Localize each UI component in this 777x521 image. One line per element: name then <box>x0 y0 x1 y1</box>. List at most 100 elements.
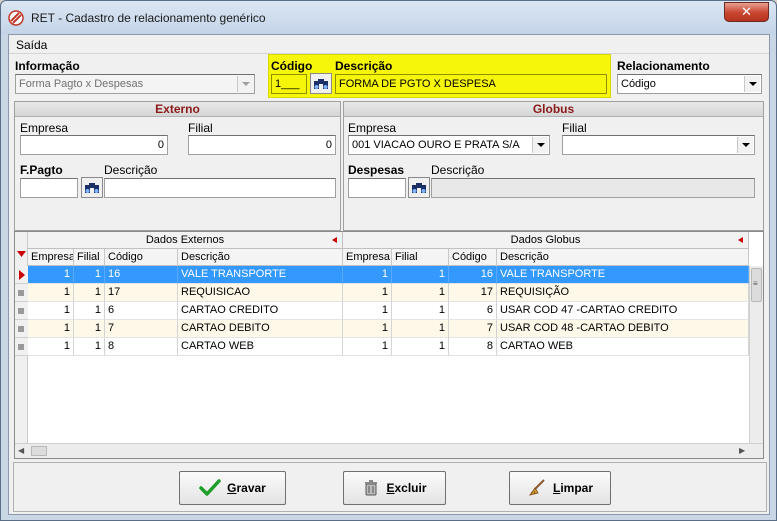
codigo-search-button[interactable] <box>310 73 332 94</box>
externo-descricao-input[interactable] <box>104 178 336 198</box>
band-dados-externos-label: Dados Externos <box>145 234 225 246</box>
horizontal-scrollbar[interactable]: ◀ ▶ <box>15 443 763 458</box>
row-indicator[interactable] <box>15 302 28 320</box>
table-cell: 1 <box>28 338 74 356</box>
table-cell: 1 <box>343 266 392 284</box>
table-cell: 1 <box>28 284 74 302</box>
fpagto-search-button[interactable] <box>81 177 103 198</box>
col-header-ext-filial[interactable]: Filial <box>74 249 105 266</box>
band-dados-globus-label: Dados Globus <box>510 234 581 246</box>
menu-bar: Saída <box>9 35 769 54</box>
despesas-search-button[interactable] <box>408 177 430 198</box>
scroll-right-icon[interactable]: ▶ <box>739 446 745 455</box>
main-window: RET - Cadastro de relacionamento genéric… <box>0 0 777 521</box>
globus-empresa-value: 001 VIACAO OURO E PRATA S/A <box>352 139 520 151</box>
limpar-label: Limpar <box>552 481 594 495</box>
gravar-button[interactable]: Gravar <box>179 471 286 505</box>
grip-icon: ≡ <box>753 279 758 288</box>
relacionamento-select[interactable]: Código <box>617 74 762 94</box>
informacao-value: Forma Pagto x Despesas <box>19 78 144 90</box>
despesas-input[interactable] <box>348 178 406 198</box>
chevron-down-icon <box>237 76 253 92</box>
table-cell: 1 <box>28 320 74 338</box>
scroll-left-icon[interactable]: ◀ <box>18 446 24 455</box>
band-dados-externos: Dados Externos <box>28 232 343 249</box>
table-cell: 17 <box>449 284 497 302</box>
globus-descricao-input[interactable] <box>431 178 755 198</box>
band-dados-globus: Dados Globus <box>343 232 749 249</box>
sort-triangle-icon <box>17 251 26 257</box>
fpagto-input[interactable] <box>20 178 78 198</box>
table-cell: CARTAO DEBITO <box>178 320 343 338</box>
binoculars-icon <box>314 78 328 89</box>
col-header-ext-codigo[interactable]: Código <box>105 249 178 266</box>
table-cell: 1 <box>343 284 392 302</box>
app-logo-icon <box>8 10 24 26</box>
informacao-select[interactable]: Forma Pagto x Despesas <box>15 74 255 94</box>
externo-filial-input[interactable]: 0 <box>188 135 336 155</box>
col-header-glb-filial[interactable]: Filial <box>392 249 449 266</box>
globus-empresa-label: Empresa <box>348 121 397 135</box>
trash-icon <box>365 480 378 496</box>
title-bar: RET - Cadastro de relacionamento genéric… <box>1 1 776 34</box>
table-cell: 1 <box>392 266 449 284</box>
excluir-button[interactable]: Excluir <box>343 471 446 505</box>
current-row-indicator-icon[interactable] <box>15 266 28 284</box>
col-header-glb-codigo[interactable]: Código <box>449 249 497 266</box>
table-cell: 1 <box>343 302 392 320</box>
table-cell: 8 <box>449 338 497 356</box>
col-header-glb-descricao[interactable]: Descrição <box>497 249 749 266</box>
table-cell: 7 <box>449 320 497 338</box>
table-cell: CARTAO WEB <box>497 338 749 356</box>
table-cell: 1 <box>343 338 392 356</box>
limpar-button[interactable]: Limpar <box>509 471 611 505</box>
col-header-ext-descricao[interactable]: Descrição <box>178 249 343 266</box>
close-button[interactable]: ✕ <box>724 2 769 22</box>
scroll-thumb[interactable] <box>31 446 47 456</box>
table-cell: 7 <box>105 320 178 338</box>
externo-filial-label: Filial <box>188 121 213 135</box>
globus-filial-select[interactable] <box>562 135 755 155</box>
collapse-arrow-icon[interactable] <box>332 237 337 243</box>
col-header-glb-empresa[interactable]: Empresa <box>343 249 392 266</box>
table-cell: CARTAO WEB <box>178 338 343 356</box>
relacionamento-value: Código <box>621 78 656 90</box>
row-indicator[interactable] <box>15 284 28 302</box>
externo-empresa-input[interactable]: 0 <box>20 135 168 155</box>
table-cell: VALE TRANSPORTE <box>497 266 749 284</box>
row-indicator[interactable] <box>15 320 28 338</box>
chevron-down-icon <box>532 137 548 153</box>
globus-filial-label: Filial <box>562 121 587 135</box>
globus-title: Globus <box>344 102 763 117</box>
excluir-label: Excluir <box>386 481 427 495</box>
button-bar: Gravar Excluir Limpar <box>13 462 767 512</box>
descricao-input[interactable]: FORMA DE PGTO X DESPESA <box>335 74 607 94</box>
binoculars-icon <box>412 182 426 193</box>
menu-item-saida[interactable]: Saída <box>16 38 47 52</box>
client-area: Saída Informação Forma Pagto x Despesas … <box>8 34 770 515</box>
descricao-label: Descrição <box>335 59 393 73</box>
table-cell: 8 <box>105 338 178 356</box>
broom-icon <box>529 479 545 496</box>
codigo-input[interactable]: 1___ <box>271 74 307 94</box>
window-title: RET - Cadastro de relacionamento genéric… <box>31 11 266 25</box>
table-cell: 17 <box>105 284 178 302</box>
globus-panel: Globus Empresa 001 VIACAO OURO E PRATA S… <box>343 101 764 231</box>
row-indicator[interactable] <box>15 338 28 356</box>
table-cell: 1 <box>74 284 105 302</box>
collapse-arrow-icon[interactable] <box>738 237 743 243</box>
table-cell: REQUISICAO <box>178 284 343 302</box>
table-cell: 16 <box>105 266 178 284</box>
vertical-scrollbar[interactable]: ≡ <box>749 266 763 443</box>
informacao-label: Informação <box>15 59 80 73</box>
table-cell: 1 <box>392 338 449 356</box>
externo-empresa-label: Empresa <box>20 121 69 135</box>
externo-panel: Externo Empresa 0 Filial 0 F.Pagto Descr… <box>14 101 341 231</box>
globus-descricao-label: Descrição <box>431 163 485 177</box>
table-cell: 1 <box>74 266 105 284</box>
table-cell: USAR COD 48 -CARTAO DEBITO <box>497 320 749 338</box>
globus-empresa-select[interactable]: 001 VIACAO OURO E PRATA S/A <box>348 135 550 155</box>
table-cell: REQUISIÇÃO <box>497 284 749 302</box>
col-header-ext-empresa[interactable]: Empresa <box>28 249 74 266</box>
relacionamento-grid[interactable]: Dados Externos Dados Globus Empresa Fili… <box>14 231 764 459</box>
